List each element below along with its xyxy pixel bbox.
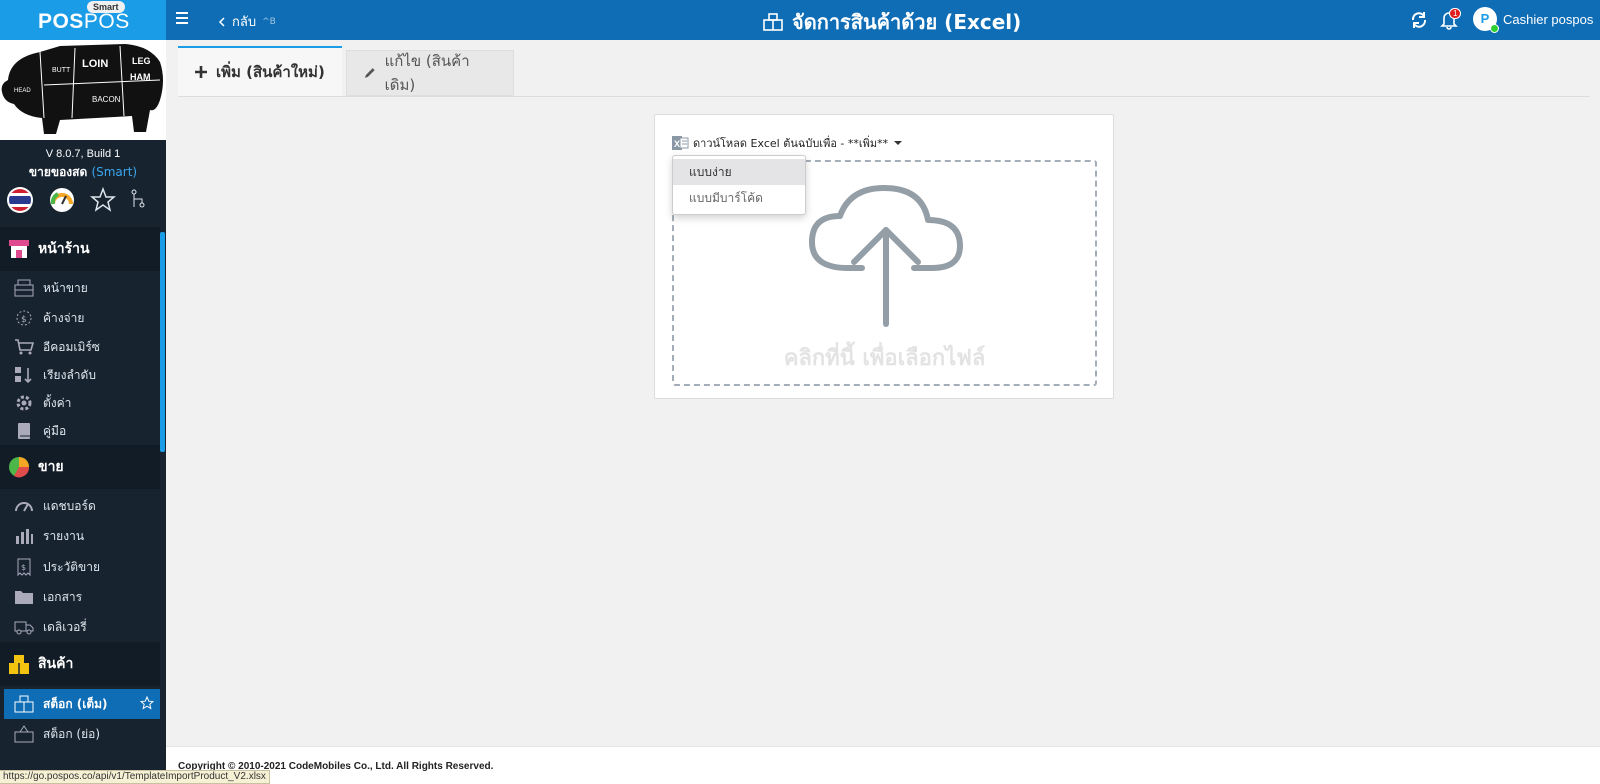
notifications-button[interactable]: 1 <box>1440 8 1462 34</box>
template-type-menu: แบบง่าย แบบมีบาร์โค้ด <box>672 155 806 215</box>
sidebar-item-delivery[interactable]: เดลิเวอรี่ <box>14 615 87 639</box>
avatar[interactable]: P <box>1473 7 1499 33</box>
pie-chart-icon <box>9 457 30 478</box>
back-label: กลับ <box>232 15 257 30</box>
stock-boxes-icon <box>14 695 34 713</box>
plus-icon <box>195 66 207 78</box>
version-label: V 8.0.7, Build 1 <box>45 148 121 160</box>
sidebar-section-title: สินค้า <box>38 656 74 672</box>
product-boxes-icon <box>9 655 29 674</box>
chevron-left-icon <box>218 16 225 27</box>
sort-icon <box>15 367 32 384</box>
logo-text: POSPOS <box>38 10 130 33</box>
stock-compact-icon <box>14 725 34 743</box>
truck-icon <box>14 621 34 635</box>
refresh-icon[interactable] <box>1410 11 1428 29</box>
svg-text:X: X <box>674 139 680 149</box>
dashboard-gauge-icon[interactable] <box>48 186 76 214</box>
sidebar-item-stock-compact[interactable]: สต็อก (ย่อ) <box>14 722 100 746</box>
sidebar-section-title: ขาย <box>38 459 64 475</box>
storefront-icon <box>9 240 29 258</box>
favorite-star-icon[interactable] <box>140 696 154 710</box>
svg-text:HAM: HAM <box>130 72 151 82</box>
footer: Copyright © 2010-2021 CodeMobiles Co., L… <box>166 746 1600 784</box>
sidebar-section-products[interactable]: สินค้า <box>0 642 160 686</box>
sidebar-scrollbar[interactable] <box>160 232 165 452</box>
sitemap-icon[interactable] <box>130 189 146 211</box>
menu-item-simple[interactable]: แบบง่าย <box>673 159 805 185</box>
boxes-icon <box>763 13 783 31</box>
svg-text:HEAD: HEAD <box>14 88 31 94</box>
online-status-dot <box>1490 24 1499 33</box>
sidebar-section-storefront[interactable]: หน้าร้าน <box>0 227 160 271</box>
store-name: ขายของสด (Smart) <box>28 165 138 179</box>
pig-chart-icon: LOIN LEG HAM BUTT BACON HEAD <box>1 44 163 134</box>
tab-divider <box>178 96 1590 97</box>
bar-chart-icon <box>16 529 33 544</box>
thai-flag-icon[interactable] <box>6 186 34 214</box>
dropzone-text: คลิกที่นี้ เพื่อเลือกไฟล์ <box>783 346 986 371</box>
excel-file-icon: X <box>672 136 689 150</box>
svg-text:BUTT: BUTT <box>52 67 71 74</box>
star-icon[interactable] <box>90 187 116 213</box>
sidebar-item-sales-screen[interactable]: หน้าขาย <box>14 276 88 300</box>
back-button[interactable]: กลับ ^B <box>218 11 276 32</box>
cloud-upload-icon <box>809 185 963 327</box>
sidebar-item-ecommerce[interactable]: อีคอมเมิร์ซ <box>14 335 100 359</box>
receipt-icon: $ <box>17 558 31 576</box>
gear-icon <box>16 395 32 411</box>
download-template-dropdown[interactable]: X ดาวน์โหลด Excel ต้นฉบับเพื่อ - **เพิ่ม… <box>671 134 903 152</box>
page-title-text: จัดการสินค้าด้วย (Excel) <box>792 10 1022 34</box>
notification-badge: 1 <box>1449 8 1462 19</box>
browser-status-url: https://go.pospos.co/api/v1/TemplateImpo… <box>0 770 270 784</box>
svg-text:LOIN: LOIN <box>82 58 108 70</box>
brand-logo[interactable]: POSPOS Smart <box>0 0 166 40</box>
store-logo-image: LOIN LEG HAM BUTT BACON HEAD <box>0 40 166 140</box>
top-bar: POSPOS Smart กลับ ^B จัดการสินค้าด้วย (E… <box>0 0 1600 40</box>
menu-icon[interactable] <box>176 12 188 26</box>
cart-icon <box>15 339 34 355</box>
username[interactable]: Cashier pospos <box>1503 12 1593 27</box>
book-icon <box>18 423 30 439</box>
sidebar-section-sales[interactable]: ขาย <box>0 445 160 489</box>
sidebar: LOIN LEG HAM BUTT BACON HEAD V 8.0.7, Bu… <box>0 40 166 784</box>
sidebar-item-sales-history[interactable]: $ ประวัติขาย <box>14 555 100 579</box>
sidebar-item-pending-payment[interactable]: $ ค้างจ่าย <box>14 306 84 330</box>
folder-icon <box>15 591 33 604</box>
page-title: จัดการสินค้าด้วย (Excel) <box>762 6 1021 38</box>
download-template-label: ดาวน์โหลด Excel ต้นฉบับเพื่อ - **เพิ่ม** <box>693 137 889 150</box>
svg-text:BACON: BACON <box>92 95 121 104</box>
caret-down-icon <box>894 141 903 145</box>
sidebar-item-dashboard[interactable]: แดชบอร์ด <box>14 494 96 518</box>
pencil-icon <box>364 68 375 78</box>
sidebar-item-settings[interactable]: ตั้งค่า <box>14 391 71 415</box>
sidebar-item-reports[interactable]: รายงาน <box>14 524 84 548</box>
cash-register-icon <box>14 279 34 297</box>
smart-badge: Smart <box>87 1 125 13</box>
tab-add-new-product[interactable]: เพิ่ม (สินค้าใหม่) <box>178 46 342 96</box>
sidebar-item-documents[interactable]: เอกสาร <box>14 585 82 609</box>
svg-text:$: $ <box>21 315 27 325</box>
sidebar-section-title: หน้าร้าน <box>38 241 90 257</box>
sidebar-item-sort-order[interactable]: เรียงลำดับ <box>14 363 96 387</box>
quick-actions <box>6 186 146 214</box>
pending-money-icon: $ <box>16 310 32 326</box>
svg-text:$: $ <box>21 563 26 572</box>
menu-item-with-barcode[interactable]: แบบมีบาร์โค้ด <box>673 185 805 211</box>
back-shortcut: ^B <box>262 16 276 27</box>
speedometer-icon <box>15 502 33 512</box>
tab-edit-existing-product[interactable]: แก้ไข (สินค้าเดิม) <box>346 50 514 96</box>
sidebar-item-stock-full[interactable]: สต็อก (เต็ม) <box>4 689 160 719</box>
svg-text:LEG: LEG <box>132 56 151 66</box>
sidebar-item-manual[interactable]: คู่มือ <box>14 419 66 443</box>
